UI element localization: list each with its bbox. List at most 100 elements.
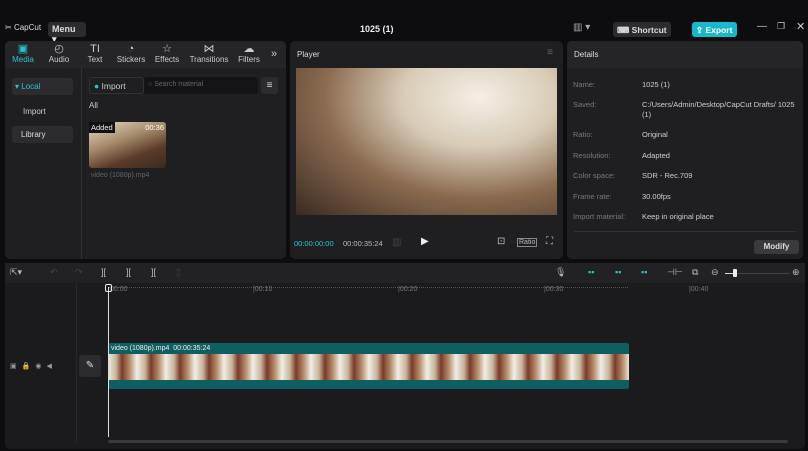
keyboard-icon: ⌨: [617, 25, 630, 35]
microphone-icon[interactable]: 🎙: [555, 267, 566, 278]
sidebar-item-library[interactable]: Library: [12, 126, 73, 143]
detail-value: SDR - Rec.709: [642, 171, 693, 180]
sidebar-item-import[interactable]: Import: [23, 107, 46, 116]
detail-key: Name:: [573, 80, 596, 89]
detail-value: Keep in original place: [642, 212, 714, 221]
cover-icon[interactable]: ▣: [10, 363, 22, 370]
audio-mute-icon[interactable]: ◀: [46, 363, 56, 370]
detail-value: Adapted: [642, 151, 670, 160]
detail-value: C:/Users/Admin/Desktop/CapCut Drafts/ 10…: [642, 100, 795, 119]
clip-name: video (1080p).mp4: [111, 345, 170, 352]
layout-icon[interactable]: ▥ ▾: [573, 22, 590, 33]
tab-label: Effects: [154, 55, 180, 64]
export-button[interactable]: ⇪ Export: [692, 22, 737, 37]
filters-icon: ☁: [243, 43, 255, 55]
tab-transitions[interactable]: ⋈ Transitions: [187, 43, 231, 64]
detail-key: Saved:: [573, 100, 597, 109]
redo-icon[interactable]: ↷: [75, 267, 83, 278]
lock-icon[interactable]: 🔒: [22, 363, 36, 370]
menu-button[interactable]: Menu ▾: [48, 22, 86, 44]
shortcut-label: Shortcut: [631, 25, 667, 35]
trim-left-icon[interactable]: ][: [126, 267, 131, 277]
audio-icon: ◴: [54, 43, 64, 55]
divider: [574, 231, 796, 232]
eye-icon[interactable]: ◉: [35, 363, 46, 370]
current-time: 00:00:00:00: [294, 239, 334, 248]
tab-filters[interactable]: ☁ Filters: [231, 43, 267, 64]
caption-icon[interactable]: ⧉: [692, 267, 698, 278]
linkage-icon[interactable]: ▪▪: [641, 267, 647, 277]
ruler-tick: |00:40: [689, 286, 709, 293]
tab-label: Media: [12, 55, 34, 64]
tab-media[interactable]: ▣ Media: [5, 43, 41, 64]
text-icon: TI: [90, 43, 100, 55]
total-time: 00:00:35:24: [343, 239, 383, 248]
ruler-tick: |00:20: [398, 286, 418, 293]
timeline-scrollbar[interactable]: [108, 440, 788, 443]
media-icon: ▣: [17, 43, 29, 55]
timeline-toolbar: [5, 263, 805, 283]
menu-label: Menu: [52, 24, 76, 34]
detail-value: 30.00fps: [642, 192, 671, 201]
search-input[interactable]: ○ Search material: [144, 77, 258, 94]
minimize-button[interactable]: —: [757, 21, 767, 32]
video-preview[interactable]: [296, 68, 557, 215]
detail-key: Import material:: [573, 212, 626, 221]
detail-value: Original: [642, 130, 668, 139]
media-item-video[interactable]: Added 00:36: [89, 122, 166, 168]
maximize-button[interactable]: ❐: [777, 21, 785, 32]
undo-icon[interactable]: ↶: [50, 267, 58, 278]
tab-label: Transitions: [189, 55, 229, 64]
media-duration: 00:36: [145, 123, 164, 132]
ruler-tick: |00:30: [544, 286, 564, 293]
delete-icon[interactable]: ▯: [176, 267, 181, 278]
export-label: Export: [705, 25, 733, 35]
import-button[interactable]: ● Import: [89, 77, 144, 94]
tab-text[interactable]: TI Text: [77, 43, 113, 64]
zoom-out-icon[interactable]: ⊖: [711, 267, 719, 278]
player-menu-icon[interactable]: ≡: [547, 47, 553, 58]
close-button[interactable]: ✕: [796, 20, 805, 33]
clip-thumbnails: [108, 354, 629, 380]
search-icon: ○: [148, 81, 153, 88]
zoom-slider-handle[interactable]: [733, 269, 737, 277]
fullscreen-icon[interactable]: ⛶: [546, 236, 553, 247]
shortcut-button[interactable]: ⌨ Shortcut: [613, 22, 671, 37]
edit-cover-icon[interactable]: ✎: [79, 355, 101, 377]
split-icon[interactable]: ][: [101, 267, 106, 277]
preview-axis-icon[interactable]: ⊣⊢: [667, 267, 683, 278]
divider: [81, 68, 82, 259]
clip-label: video (1080p).mp4 00:00:35:24: [111, 345, 210, 352]
auto-snap-icon[interactable]: ▪▪: [615, 267, 621, 277]
list-view-icon[interactable]: ≡: [261, 77, 278, 94]
playhead-handle[interactable]: [105, 284, 112, 292]
fit-icon[interactable]: ⊡: [497, 236, 505, 247]
tab-label: Filters: [238, 55, 260, 64]
trim-right-icon[interactable]: ][: [151, 267, 156, 277]
player-title: Player: [297, 50, 320, 59]
video-clip[interactable]: video (1080p).mp4 00:00:35:24: [108, 343, 629, 389]
tab-effects[interactable]: ☆ Effects: [149, 43, 185, 64]
playhead[interactable]: [108, 287, 109, 437]
select-tool-icon[interactable]: ⇱▾: [10, 267, 22, 278]
sidebar-item-local[interactable]: ▾ Local: [12, 78, 73, 95]
ratio-button[interactable]: Ratio: [517, 238, 538, 247]
detail-key: Resolution:: [573, 151, 611, 160]
details-panel: Details Name: 1025 (1) Saved: C:/Users/Adm…: [567, 41, 803, 259]
modify-button[interactable]: Modify: [754, 240, 799, 254]
audio-meter-icon: ▥: [392, 237, 402, 248]
details-title: Details: [574, 50, 599, 59]
detail-key: Frame rate:: [573, 192, 612, 201]
tab-audio[interactable]: ◴ Audio: [41, 43, 77, 64]
player-panel: Player ≡ 00:00:00:00 00:00:35:24 ▥ ▶ ⊡ R…: [290, 41, 563, 259]
tab-stickers[interactable]: ◔ Stickers: [113, 43, 149, 64]
detail-value: 1025 (1): [642, 80, 670, 89]
play-button[interactable]: ▶: [421, 236, 429, 247]
zoom-in-icon[interactable]: ⊕: [792, 267, 800, 278]
search-placeholder: Search material: [154, 81, 204, 88]
export-icon: ⇪: [696, 25, 704, 35]
import-plus-icon: ●: [94, 81, 100, 91]
magnet-icon[interactable]: ▪▪: [588, 267, 594, 277]
tab-label: Audio: [48, 55, 70, 64]
more-tabs-icon[interactable]: »: [271, 48, 277, 60]
